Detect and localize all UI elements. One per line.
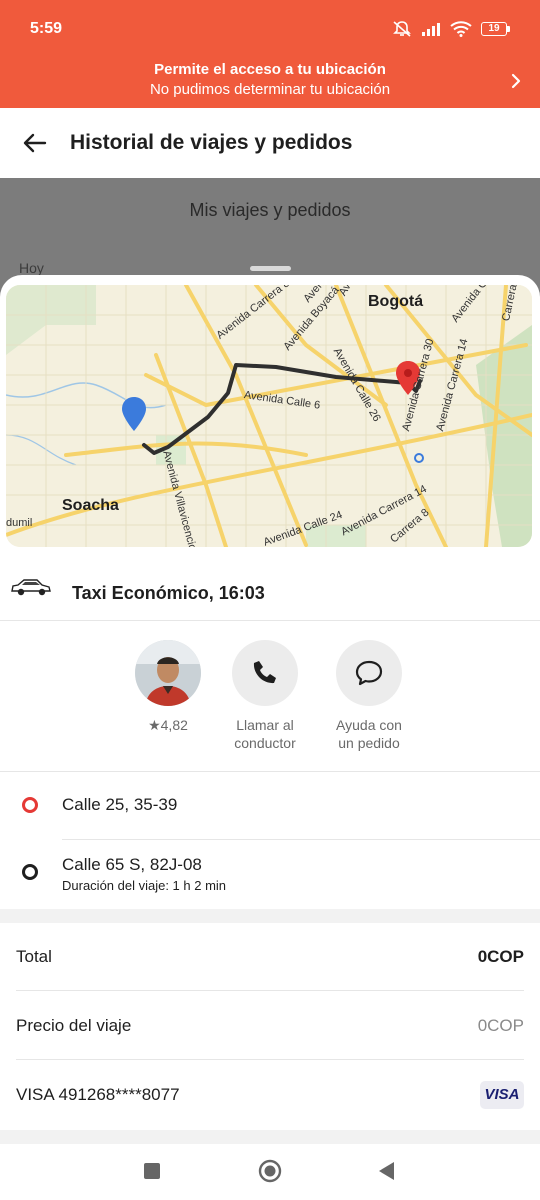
visa-logo-icon: VISA <box>480 1081 524 1109</box>
price-row: Precio del viaje 0COP <box>16 992 524 1060</box>
signal-icon <box>422 23 440 36</box>
help-label-line2: un pedido <box>338 735 400 751</box>
trip-map[interactable]: Bogotá Soacha Avenida Carrera 86 Avenida… <box>6 285 532 547</box>
chat-bubble-icon <box>355 660 383 686</box>
map-city-soacha: Soacha <box>62 497 119 514</box>
home-button-icon[interactable] <box>258 1159 282 1183</box>
battery-icon: 19 <box>481 22 510 36</box>
back-button-icon[interactable] <box>378 1161 396 1181</box>
total-value: 0COP <box>477 947 524 966</box>
actions-row: ★4,82 Llamar al conductor Ayuda con un p… <box>0 622 540 772</box>
location-permission-banner[interactable]: Permite el acceso a tu ubicación No pudi… <box>0 60 540 104</box>
service-title: Taxi Económico, 16:03 <box>72 583 265 603</box>
trip-duration: Duración del viaje: 1 h 2 min <box>62 878 227 893</box>
mute-icon <box>393 21 411 37</box>
recents-button-icon[interactable] <box>143 1162 161 1180</box>
help-order-button[interactable]: Ayuda con un pedido <box>309 640 429 752</box>
map-street-label: dumil <box>6 517 33 529</box>
destination-dot-icon <box>22 864 38 880</box>
back-arrow-icon[interactable] <box>22 130 48 156</box>
phone-icon <box>253 661 276 684</box>
page-title: Historial de viajes y pedidos <box>70 131 353 154</box>
help-label-line1: Ayuda con <box>336 717 402 733</box>
chevron-right-icon <box>511 73 521 89</box>
sheet-drag-handle[interactable] <box>250 266 291 271</box>
call-label-line2: conductor <box>234 735 296 751</box>
driver-avatar <box>135 640 201 706</box>
total-label: Total <box>16 947 52 966</box>
banner-title: Permite el acceso a tu ubicación <box>154 61 386 78</box>
card-row: VISA 491268****8077 VISA <box>16 1061 524 1129</box>
payment-section: Total 0COP Precio del viaje 0COP VISA 49… <box>0 923 540 1133</box>
call-label-line1: Llamar al <box>236 717 294 733</box>
status-time: 5:59 <box>30 20 63 37</box>
backdrop-subtitle: Mis viajes y pedidos <box>189 200 351 220</box>
call-button-circle <box>232 640 298 706</box>
call-driver-button[interactable]: Llamar al conductor <box>205 640 325 752</box>
help-button-circle <box>336 640 402 706</box>
trip-details-sheet: Bogotá Soacha Avenida Carrera 86 Avenida… <box>0 275 540 1145</box>
service-row: Taxi Económico, 16:03 <box>0 561 540 621</box>
backdrop-section-today: Hoy <box>19 260 44 276</box>
system-nav-bar <box>0 1144 540 1200</box>
map-city-bogota: Bogotá <box>368 293 424 310</box>
status-icons: 19 <box>392 20 510 38</box>
destination-address: Calle 65 S, 82J-08 <box>62 855 202 874</box>
wifi-icon <box>450 21 472 37</box>
price-label: Precio del viaje <box>16 1016 132 1035</box>
banner-subtitle: No pudimos determinar tu ubicación <box>149 81 391 98</box>
page-header: Historial de viajes y pedidos <box>0 108 540 178</box>
status-bar: 5:59 19 <box>0 0 540 58</box>
route-section: Calle 25, 35-39 Calle 65 S, 82J-08 Durac… <box>0 773 540 909</box>
car-icon <box>11 579 51 596</box>
top-bar: 5:59 19 Permite el acceso a tu ubicación… <box>0 0 540 108</box>
total-row: Total 0COP <box>16 923 524 991</box>
card-label: VISA 491268****8077 <box>16 1085 180 1104</box>
origin-address: Calle 25, 35-39 <box>62 795 178 814</box>
price-value: 0COP <box>477 1016 524 1035</box>
battery-level: 19 <box>481 22 507 36</box>
origin-dot-icon <box>22 797 38 813</box>
